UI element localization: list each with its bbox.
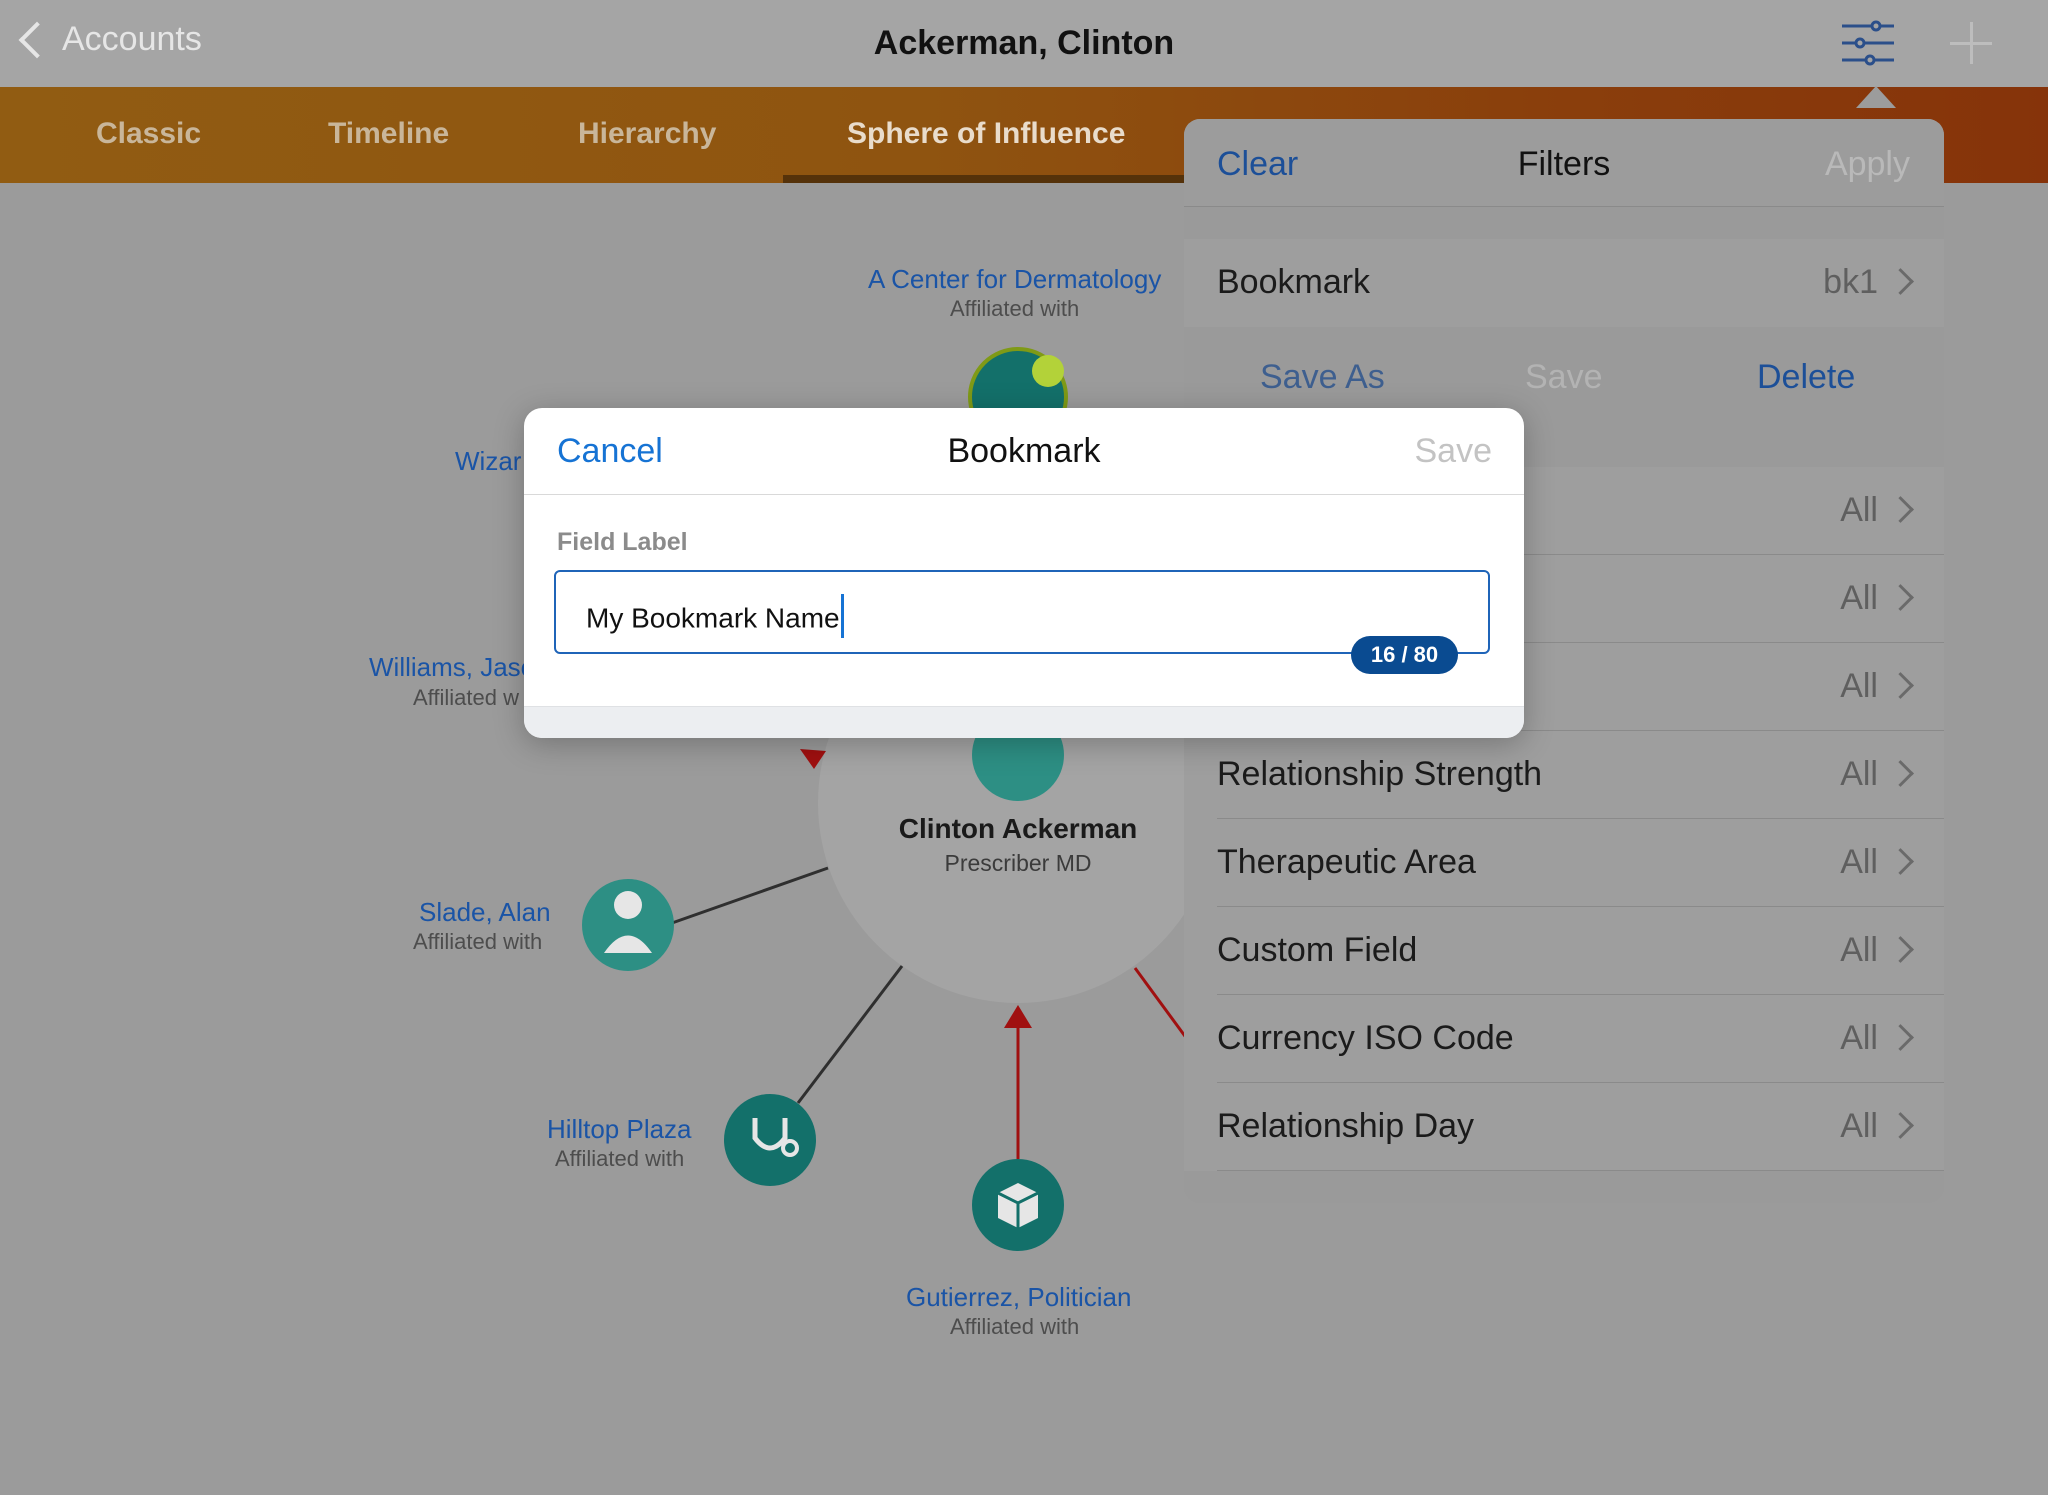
navigation-bar: Accounts Ackerman, Clinton [0,0,2048,87]
filter-row-value: All [1840,667,1878,705]
filter-row-custom-field[interactable]: Custom Field All [1184,907,1944,995]
filter-row-label: Relationship Strength [1217,755,1543,793]
chevron-right-icon [1887,1112,1914,1139]
filter-row-value: All [1840,491,1878,529]
node-label[interactable]: Williams, Jaso [369,652,535,683]
filter-row-label: Therapeutic Area [1217,843,1476,881]
text-caret [840,594,844,638]
center-node-subtitle: Prescriber MD [944,850,1092,876]
tab-timeline[interactable]: Timeline [328,117,449,151]
filter-row-therapeutic-area[interactable]: Therapeutic Area All [1184,819,1944,907]
link-right [1133,967,1192,1044]
bookmark-label: Bookmark [1217,263,1371,301]
node-label[interactable]: Hilltop Plaza [547,1114,692,1145]
node-label[interactable]: Gutierrez, Politician [906,1282,1131,1313]
node-label[interactable]: A Center for Dermatology [868,264,1161,295]
node-relation: Affiliated with [950,296,1080,321]
filter-row-value: All [1840,755,1878,793]
dialog-header: Cancel Bookmark Save [524,408,1524,495]
dialog-title: Bookmark [947,432,1101,470]
bookmark-row[interactable]: Bookmark bk1 [1184,239,1944,327]
node-label[interactable]: Wizar [455,446,521,477]
dialog-footer [524,706,1524,738]
tab-classic[interactable]: Classic [96,117,201,151]
filter-row-relationship-strength[interactable]: Relationship Strength All [1184,731,1944,819]
chevron-right-icon [1887,1024,1914,1051]
filter-row-value: All [1840,843,1878,881]
tab-sphere-of-influence[interactable]: Sphere of Influence [847,117,1125,151]
chevron-right-icon [1887,672,1914,699]
filter-row-currency-iso-code[interactable]: Currency ISO Code All [1184,995,1944,1083]
chevron-right-icon [1887,936,1914,963]
filter-row-relationship-day[interactable]: Relationship Day All [1184,1083,1944,1171]
popover-arrow [1856,86,1896,108]
filter-row-value: All [1840,1019,1878,1057]
chevron-right-icon [1887,848,1914,875]
tab-hierarchy[interactable]: Hierarchy [578,117,716,151]
link-hilltop [796,965,904,1104]
chevron-right-icon [1887,584,1914,611]
filter-row-value: All [1840,931,1878,969]
node-relation: Affiliated with [950,1314,1080,1339]
active-tab-indicator [783,175,1203,183]
chevron-right-icon [1887,268,1914,295]
arrow-head [1004,1005,1032,1028]
divider [1217,1170,1944,1171]
filter-row-label: Currency ISO Code [1217,1019,1514,1057]
delete-button[interactable]: Delete [1757,358,1855,397]
input-value: My Bookmark Name [586,594,844,642]
filters-header: Clear Filters Apply [1184,119,1944,207]
chevron-right-icon [1887,760,1914,787]
node-relation: Affiliated with [413,929,543,954]
sliders-icon[interactable] [1840,20,1896,66]
node-relation: Affiliated w [413,685,519,710]
link-slade [671,866,829,925]
filter-row-value: All [1840,579,1878,617]
save-as-button[interactable]: Save As [1260,358,1385,397]
chevron-right-icon [1887,496,1914,523]
save-button[interactable]: Save [1525,358,1603,397]
filter-row-label: Relationship Day [1217,1107,1475,1145]
apply-button[interactable]: Apply [1825,145,1910,184]
bookmark-name-input[interactable]: My Bookmark Name [554,570,1490,654]
node-label[interactable]: Slade, Alan [419,897,551,928]
node-relation: Affiliated with [555,1146,685,1171]
input-text: My Bookmark Name [586,602,840,634]
page-title: Ackerman, Clinton [873,24,1175,62]
character-counter-badge: 16 / 80 [1351,636,1458,674]
plus-icon[interactable] [1948,20,1994,66]
stethoscope-icon [724,1094,816,1186]
filter-row-value: All [1840,1107,1878,1145]
save-button[interactable]: Save [1415,432,1493,471]
center-node-name[interactable]: Clinton Ackerman [880,813,1156,845]
bookmark-dialog: Cancel Bookmark Save Field Label My Book… [524,408,1524,738]
field-label: Field Label [557,528,688,556]
bookmark-value: bk1 [1823,263,1878,301]
hierarchy-badge-icon [1032,355,1064,387]
filter-row-label: Custom Field [1217,931,1418,969]
